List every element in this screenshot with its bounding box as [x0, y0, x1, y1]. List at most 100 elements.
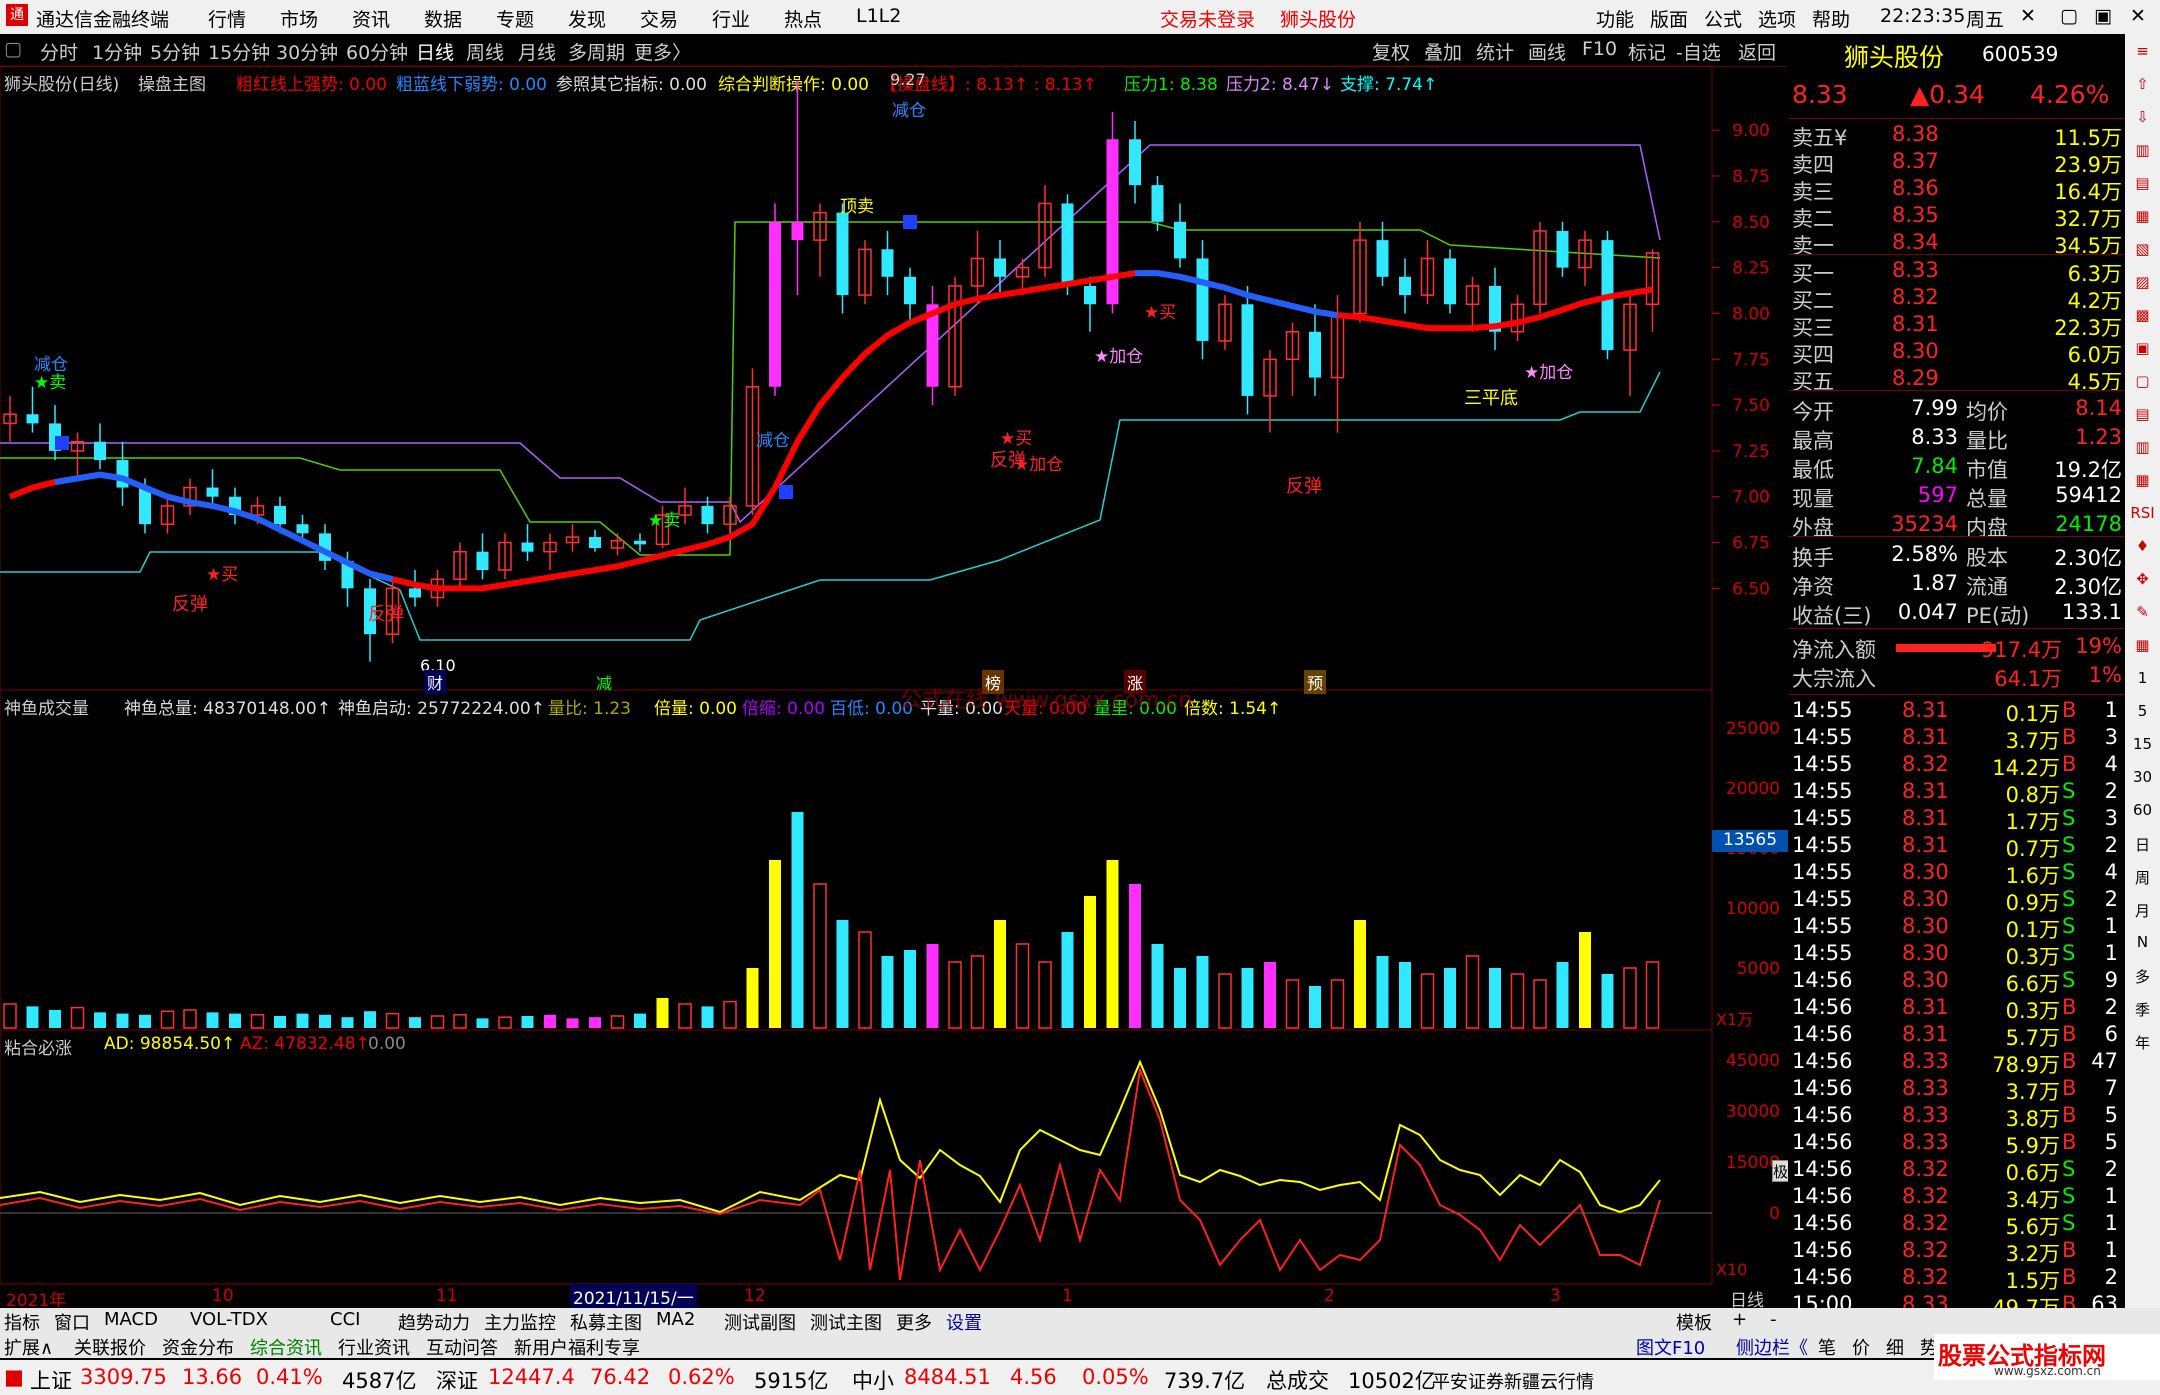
ask-row[interactable]: 卖二 8.35 32.7万 [1792, 203, 2122, 231]
side-icon-10[interactable]: ▢ [2128, 372, 2157, 390]
indicator-tab-8[interactable]: MA2 [656, 1309, 695, 1330]
side-icon-16[interactable]: ✥ [2128, 570, 2157, 588]
side-icon-19[interactable]: 1 [2128, 669, 2157, 687]
side-icon-2[interactable]: ⇩ [2128, 108, 2157, 126]
ask-row[interactable]: 卖五¥ 8.38 11.5万 [1792, 122, 2122, 150]
side-icon-14[interactable]: RSI [2128, 504, 2157, 522]
stat-row[interactable]: 外盘 35234 内盘 24178 [1792, 512, 2122, 540]
tick-row[interactable]: 14:56 8.31 5.7万 B 6 [1792, 1022, 2122, 1050]
close-small-icon[interactable]: ✕ [2020, 5, 2036, 27]
tick-row[interactable]: 14:56 8.33 78.9万 B 47 [1792, 1049, 2122, 1077]
side-icon-4[interactable]: ▤ [2128, 174, 2157, 192]
stat-row[interactable]: 净资 1.87 流通 2.30亿 [1792, 571, 2122, 599]
tick-row[interactable]: 14:55 8.31 0.7万 S 2 [1792, 833, 2122, 861]
side-icon-11[interactable]: ▤ [2128, 405, 2157, 423]
chart-canvas[interactable]: 9.00 8.75 8.50 8.25 8.00 7.75 7.50 7.25 7.00 6.75… [0, 0, 1788, 1310]
side-icon-1[interactable]: ⇧ [2128, 75, 2157, 93]
ask-row[interactable]: 卖三 8.36 16.4万 [1792, 176, 2122, 204]
ext-tab-1[interactable]: 关联报价 [74, 1334, 146, 1360]
side-tab-3[interactable]: 价 [1852, 1334, 1870, 1360]
sh-label[interactable]: 上证 [30, 1365, 72, 1395]
side-icon-17[interactable]: ✎ [2128, 603, 2157, 621]
ext-tab-3[interactable]: 综合资讯 [250, 1334, 322, 1360]
side-tab-4[interactable]: 细 [1886, 1334, 1904, 1360]
ext-tab-2[interactable]: 资金分布 [162, 1334, 234, 1360]
tick-row[interactable]: 14:56 8.33 3.8万 B 5 [1792, 1103, 2122, 1131]
side-icon-15[interactable]: ♦ [2128, 537, 2157, 555]
tick-row[interactable]: 14:55 8.31 3.7万 B 3 [1792, 725, 2122, 753]
bid-row[interactable]: 买五 8.29 4.5万 [1792, 366, 2122, 394]
side-icon-0[interactable]: ≡ [2128, 42, 2157, 60]
side-icon-21[interactable]: 15 [2128, 735, 2157, 753]
side-icon-24[interactable]: 日 [2128, 834, 2157, 855]
side-icon-12[interactable]: ▥ [2128, 438, 2157, 456]
tick-row[interactable]: 14:55 8.31 1.7万 S 3 [1792, 806, 2122, 834]
stat-row[interactable]: 最高 8.33 量比 1.23 [1792, 425, 2122, 453]
stat-row[interactable]: 收益(三) 0.047 PE(动) 133.1 [1792, 600, 2122, 628]
tick-row[interactable]: 14:56 8.33 5.9万 B 5 [1792, 1130, 2122, 1158]
maximize-icon[interactable]: ▣ [2094, 5, 2112, 27]
side-icon-20[interactable]: 5 [2128, 702, 2157, 720]
side-icon-5[interactable]: ▦ [2128, 207, 2157, 225]
tick-row[interactable]: 14:55 8.30 0.1万 S 1 [1792, 914, 2122, 942]
side-icon-30[interactable]: 年 [2128, 1032, 2157, 1053]
tick-row[interactable]: 14:56 8.32 0.6万 S 2 [1792, 1157, 2122, 1185]
side-icon-22[interactable]: 30 [2128, 768, 2157, 786]
side-tab-1[interactable]: 侧边栏《 [1736, 1334, 1808, 1360]
tick-row[interactable]: 14:55 8.30 0.9万 S 2 [1792, 887, 2122, 915]
side-icon-9[interactable]: ▣ [2128, 339, 2157, 357]
side-tab-2[interactable]: 笔 [1818, 1334, 1836, 1360]
stat-row[interactable]: 现量 597 总量 59412 [1792, 483, 2122, 511]
stat-row[interactable]: 最低 7.84 市值 19.2亿 [1792, 454, 2122, 482]
tick-row[interactable]: 14:55 8.32 14.2万 B 4 [1792, 752, 2122, 780]
tick-row[interactable]: 14:55 8.31 0.1万 B 1 [1792, 698, 2122, 726]
side-icon-23[interactable]: 60 [2128, 801, 2157, 819]
ext-tab-5[interactable]: 互动问答 [426, 1334, 498, 1360]
ext-tab-0[interactable]: 扩展∧ [4, 1334, 53, 1360]
stat-row[interactable]: 今开 7.99 均价 8.14 [1792, 396, 2122, 424]
stat-row[interactable]: 换手 2.58% 股本 2.30亿 [1792, 542, 2122, 570]
sz-label[interactable]: 深证 [436, 1365, 478, 1395]
side-icon-13[interactable]: ▦ [2128, 471, 2157, 489]
side-tab-0[interactable]: 图文F10 [1636, 1334, 1705, 1360]
tick-row[interactable]: 14:56 8.32 1.5万 B 2 [1792, 1265, 2122, 1293]
side-icon-6[interactable]: ▧ [2128, 240, 2157, 258]
indicator-tab-4[interactable]: CCI [330, 1309, 360, 1330]
tick-row[interactable]: 14:56 8.31 0.3万 B 2 [1792, 995, 2122, 1023]
tick-row[interactable]: 14:56 8.32 5.6万 S 1 [1792, 1211, 2122, 1239]
side-icon-28[interactable]: 多 [2128, 966, 2157, 987]
indicator-tab-2[interactable]: MACD [104, 1309, 158, 1330]
bid-row[interactable]: 买三 8.31 22.3万 [1792, 312, 2122, 340]
close-icon[interactable]: ✕ [2130, 5, 2146, 27]
bid-row[interactable]: 买一 8.33 6.3万 [1792, 258, 2122, 286]
ask-row[interactable]: 卖四 8.37 23.9万 [1792, 149, 2122, 177]
quote-cell: 1.87 [1911, 571, 1958, 595]
tick-row[interactable]: 14:56 8.30 6.6万 S 9 [1792, 968, 2122, 996]
tick-row[interactable]: 14:55 8.31 0.8万 S 2 [1792, 779, 2122, 807]
tick-row[interactable]: 14:56 8.32 3.2万 B 1 [1792, 1238, 2122, 1266]
side-icon-25[interactable]: 周 [2128, 867, 2157, 888]
side-icon-7[interactable]: ▨ [2128, 273, 2157, 291]
tick-row[interactable]: 14:55 8.30 1.6万 S 4 [1792, 860, 2122, 888]
side-icon-18[interactable]: ▦ [2128, 636, 2157, 654]
tick-row[interactable]: 14:56 8.33 3.7万 B 7 [1792, 1076, 2122, 1104]
menu-item-bangzhu[interactable]: 帮助 [1812, 5, 1850, 32]
bid-row[interactable]: 买二 8.32 4.2万 [1792, 285, 2122, 313]
template-tab-1[interactable]: + [1732, 1309, 1747, 1330]
bid-row[interactable]: 买四 8.30 6.0万 [1792, 339, 2122, 367]
zx-label[interactable]: 中小 [852, 1365, 894, 1395]
tick-row[interactable]: 14:55 8.30 0.3万 S 1 [1792, 941, 2122, 969]
tick-row[interactable]: 14:56 8.32 3.4万 S 1 [1792, 1184, 2122, 1212]
side-icon-26[interactable]: 月 [2128, 900, 2157, 921]
side-icon-3[interactable]: ▥ [2128, 141, 2157, 159]
minimize-icon[interactable]: ▢ [2060, 5, 2078, 27]
flow-row[interactable]: 大宗流入 64.1万 1% [1792, 663, 2122, 691]
ask-row[interactable]: 卖一 8.34 34.5万 [1792, 230, 2122, 258]
side-icon-27[interactable]: N [2128, 933, 2157, 951]
side-icon-8[interactable]: ▩ [2128, 306, 2157, 324]
ext-tab-4[interactable]: 行业资讯 [338, 1334, 410, 1360]
indicator-tab-3[interactable]: VOL-TDX [190, 1309, 268, 1330]
ext-tab-6[interactable]: 新用户福利专享 [514, 1334, 640, 1360]
template-tab-2[interactable]: - [1770, 1309, 1777, 1330]
side-icon-29[interactable]: 季 [2128, 999, 2157, 1020]
